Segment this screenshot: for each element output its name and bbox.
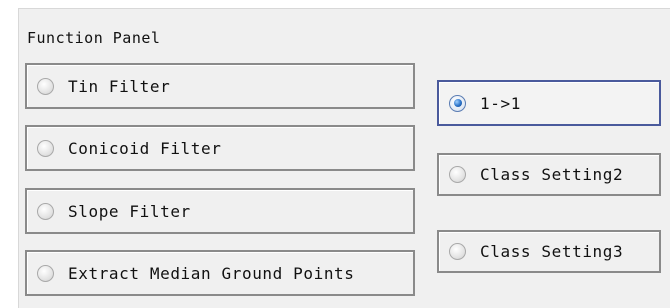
radio-checked-icon[interactable] bbox=[449, 94, 466, 112]
extract-median-ground-points-label: Extract Median Ground Points bbox=[68, 263, 355, 283]
radio-unchecked-icon[interactable] bbox=[449, 243, 466, 260]
tin-filter-option[interactable]: Tin Filter bbox=[25, 63, 415, 109]
radio-unchecked-icon[interactable] bbox=[449, 166, 466, 183]
slope-filter-label: Slope Filter bbox=[68, 201, 191, 221]
conicoid-filter-label: Conicoid Filter bbox=[68, 138, 222, 158]
extract-median-ground-points-option[interactable]: Extract Median Ground Points bbox=[25, 250, 415, 296]
panel-title: Function Panel bbox=[27, 29, 161, 47]
one-to-one-option[interactable]: 1->1 bbox=[437, 80, 661, 126]
class-setting3-option[interactable]: Class Setting3 bbox=[437, 230, 661, 273]
one-to-one-label: 1->1 bbox=[480, 93, 521, 113]
conicoid-filter-option[interactable]: Conicoid Filter bbox=[25, 125, 415, 171]
radio-unchecked-icon[interactable] bbox=[37, 264, 54, 282]
radio-unchecked-icon[interactable] bbox=[37, 77, 54, 95]
radio-unchecked-icon[interactable] bbox=[37, 139, 54, 157]
class-setting2-option[interactable]: Class Setting2 bbox=[437, 153, 661, 196]
class-setting2-label: Class Setting2 bbox=[480, 165, 624, 184]
tin-filter-label: Tin Filter bbox=[68, 76, 171, 96]
class-setting3-label: Class Setting3 bbox=[480, 242, 624, 261]
radio-dot-icon bbox=[453, 99, 462, 107]
slope-filter-option[interactable]: Slope Filter bbox=[25, 188, 415, 234]
radio-unchecked-icon[interactable] bbox=[37, 202, 54, 220]
